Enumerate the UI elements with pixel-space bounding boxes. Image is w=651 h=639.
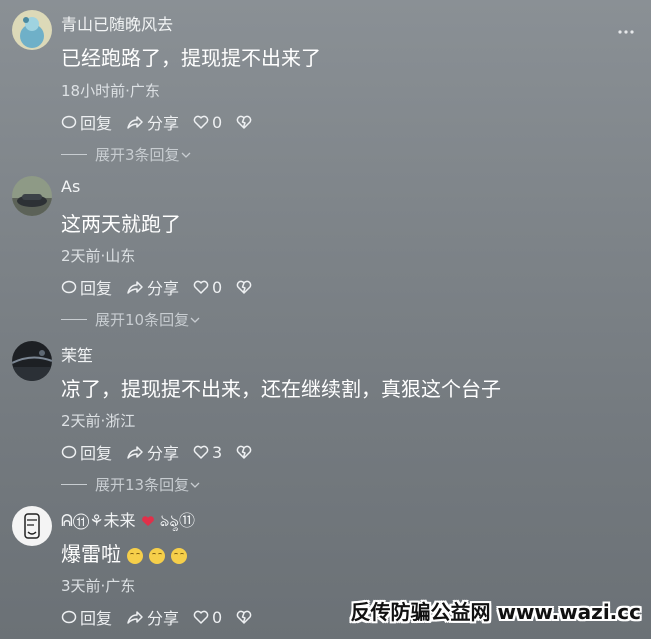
- heart-icon: [193, 115, 209, 129]
- share-icon: [127, 116, 143, 129]
- reply-label: 回复: [80, 114, 113, 133]
- expand-label: 展开13条回复: [95, 476, 190, 494]
- heart-icon: [193, 610, 209, 624]
- divider-line: [61, 154, 87, 155]
- like-button[interactable]: 0: [193, 608, 222, 627]
- share-button[interactable]: 分享: [126, 605, 179, 629]
- comment-actions: 回复 分享 0: [61, 605, 269, 629]
- username-text: ᕱ⑪⚘未来: [61, 511, 136, 530]
- more-dots-icon: [618, 30, 634, 34]
- reply-button[interactable]: 回复: [61, 275, 112, 299]
- expand-label: 展开3条回复: [95, 146, 180, 164]
- reply-button[interactable]: 回复: [61, 110, 112, 134]
- expand-replies[interactable]: 展开3条回复: [61, 144, 192, 165]
- username[interactable]: 青山已随晚风去: [61, 11, 173, 35]
- share-label: 分享: [147, 444, 180, 463]
- divider-line: [61, 484, 87, 485]
- share-button[interactable]: 分享: [126, 440, 179, 464]
- reply-button[interactable]: 回复: [61, 605, 112, 629]
- dislike-button[interactable]: [236, 279, 255, 295]
- expand-replies[interactable]: 展开13条回复: [61, 474, 201, 495]
- dislike-button[interactable]: [236, 609, 255, 625]
- like-button[interactable]: 0: [193, 278, 222, 297]
- reply-icon: [61, 445, 77, 459]
- comment-meta: 3天前·广东: [61, 577, 136, 595]
- share-button[interactable]: 分享: [126, 275, 179, 299]
- like-count: 0: [212, 607, 223, 627]
- username[interactable]: As: [61, 177, 80, 196]
- comment-actions: 回复 分享 3: [61, 440, 269, 464]
- like-count: 3: [212, 442, 223, 462]
- reply-icon: [61, 610, 77, 624]
- more-button[interactable]: [617, 20, 635, 39]
- chevron-down-icon: [181, 152, 191, 158]
- share-icon: [127, 611, 143, 624]
- heart-badge-icon: [141, 516, 154, 526]
- avatar-image: [12, 341, 52, 381]
- broken-heart-icon: [236, 610, 252, 624]
- dislike-button[interactable]: [236, 114, 255, 130]
- avatar[interactable]: [12, 176, 52, 216]
- reply-label: 回复: [80, 279, 113, 298]
- share-label: 分享: [147, 279, 180, 298]
- like-count: 0: [212, 277, 223, 297]
- grin-emoji-icon: [149, 547, 165, 564]
- dislike-button[interactable]: [236, 444, 255, 460]
- like-button[interactable]: 3: [193, 443, 222, 462]
- comment-meta: 2天前·浙江: [61, 412, 136, 430]
- avatar-image: [12, 10, 52, 50]
- username[interactable]: ᕱ⑪⚘未来 ঌৡ⑪: [61, 507, 195, 535]
- share-label: 分享: [147, 609, 180, 628]
- avatar[interactable]: [12, 506, 52, 546]
- avatar-image: [12, 506, 52, 546]
- chevron-down-icon: [190, 317, 200, 323]
- comment-actions: 回复 分享 0: [61, 110, 269, 134]
- grin-emoji-icon: [127, 547, 143, 564]
- watermark-text: 反传防骗公益网 www.wazi.cc: [350, 600, 642, 624]
- comment-actions: 回复 分享 0: [61, 275, 269, 299]
- heart-icon: [193, 445, 209, 459]
- share-label: 分享: [147, 114, 180, 133]
- reply-label: 回复: [80, 444, 113, 463]
- heart-icon: [193, 280, 209, 294]
- like-count: 0: [212, 112, 223, 132]
- share-icon: [127, 446, 143, 459]
- broken-heart-icon: [236, 115, 252, 129]
- reply-button[interactable]: 回复: [61, 440, 112, 464]
- comment-text-content: 爆雷啦: [61, 542, 121, 566]
- expand-label: 展开10条回复: [95, 311, 190, 329]
- share-icon: [127, 281, 143, 294]
- broken-heart-icon: [236, 280, 252, 294]
- comment-meta: 2天前·山东: [61, 247, 136, 265]
- chevron-down-icon: [190, 482, 200, 488]
- expand-replies[interactable]: 展开10条回复: [61, 309, 201, 330]
- reply-label: 回复: [80, 609, 113, 628]
- comment-meta: 18小时前·广东: [61, 82, 160, 100]
- share-button[interactable]: 分享: [126, 110, 179, 134]
- avatar-image: [12, 176, 52, 216]
- comment-text: 已经跑路了，提现提不出来了: [61, 46, 321, 70]
- reply-icon: [61, 115, 77, 129]
- comment-text: 这两天就跑了: [61, 212, 181, 236]
- broken-heart-icon: [236, 445, 252, 459]
- reply-icon: [61, 280, 77, 294]
- comment-text: 爆雷啦: [61, 538, 187, 567]
- like-button[interactable]: 0: [193, 113, 222, 132]
- grin-emoji-icon: [171, 547, 187, 564]
- username[interactable]: 茉笙: [61, 342, 93, 366]
- comment-text: 凉了，提现提不出来，还在继续割，真狠这个台子: [61, 377, 501, 401]
- username-suffix: ঌৡ⑪: [159, 511, 196, 530]
- avatar[interactable]: [12, 341, 52, 381]
- avatar[interactable]: [12, 10, 52, 50]
- divider-line: [61, 319, 87, 320]
